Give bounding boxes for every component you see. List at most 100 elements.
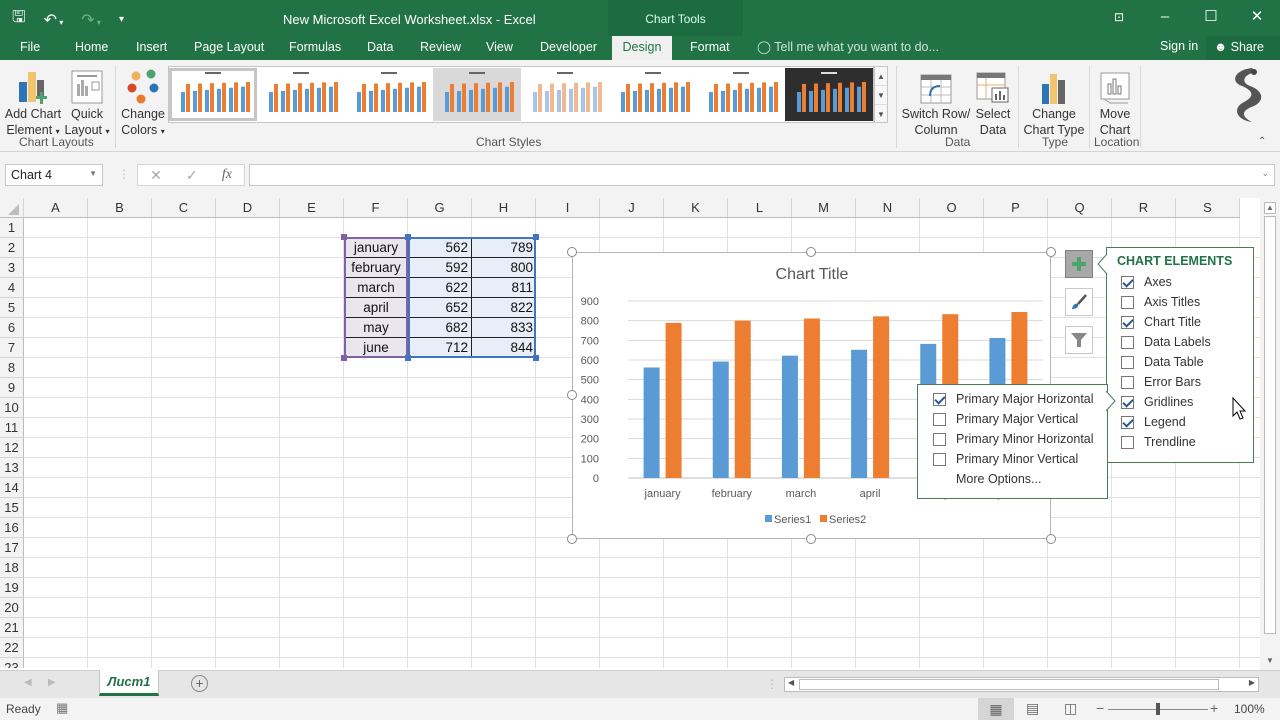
column-header-I[interactable]: I	[536, 198, 600, 218]
macro-record-icon[interactable]: ▦	[56, 700, 68, 716]
resize-handle-ne[interactable]	[1046, 247, 1056, 257]
cell-s2[interactable]: 833	[472, 318, 536, 338]
column-header-K[interactable]: K	[664, 198, 728, 218]
cell-month[interactable]: february	[344, 258, 408, 278]
row-header-21[interactable]: 21	[0, 618, 24, 638]
column-header-A[interactable]: A	[24, 198, 88, 218]
range-handle[interactable]	[533, 355, 539, 361]
row-header-19[interactable]: 19	[0, 578, 24, 598]
cell-s2[interactable]: 811	[472, 278, 536, 298]
row-header-20[interactable]: 20	[0, 598, 24, 618]
share-button[interactable]: ☻ Share	[1206, 36, 1280, 60]
gallery-up-icon[interactable]: ▲	[875, 67, 887, 86]
row-header-8[interactable]: 8	[0, 358, 24, 378]
checkbox[interactable]	[1121, 415, 1134, 429]
row-header-2[interactable]: 2	[0, 238, 24, 258]
cell-month[interactable]: march	[344, 278, 408, 298]
range-handle[interactable]	[533, 234, 539, 240]
cell-s1[interactable]: 622	[408, 278, 472, 298]
checkbox[interactable]	[1121, 295, 1134, 309]
zoom-slider-thumb[interactable]	[1156, 703, 1160, 715]
scroll-tabs-left-icon[interactable]: ◀	[24, 677, 32, 688]
row-header-16[interactable]: 16	[0, 518, 24, 538]
resize-handle-nw[interactable]	[567, 247, 577, 257]
chart-style-6[interactable]	[609, 68, 697, 121]
minimize-icon[interactable]: –	[1142, 0, 1188, 34]
select-data-button[interactable]: Select Data	[973, 64, 1013, 138]
vertical-scroll-thumb[interactable]	[1264, 216, 1276, 634]
chart-style-5[interactable]	[521, 68, 609, 121]
tab-format[interactable]: Format	[688, 36, 732, 60]
add-sheet-icon[interactable]: +	[191, 675, 208, 692]
column-header-Q[interactable]: Q	[1048, 198, 1112, 218]
quick-layout-button[interactable]: Quick Layout ▾	[64, 64, 110, 140]
column-header-O[interactable]: O	[920, 198, 984, 218]
column-header-G[interactable]: G	[408, 198, 472, 218]
chart-style-2[interactable]	[257, 68, 345, 121]
row-header-14[interactable]: 14	[0, 478, 24, 498]
chart-element-data-table[interactable]: Data Table	[1107, 352, 1253, 372]
change-chart-type-button[interactable]: Change Chart Type	[1022, 64, 1086, 138]
chart-styles-button[interactable]	[1065, 288, 1093, 316]
chart-element-data-labels[interactable]: Data Labels	[1107, 332, 1253, 352]
gridline-option-primary-major-vertical[interactable]: Primary Major Vertical	[918, 409, 1107, 429]
column-header-R[interactable]: R	[1112, 198, 1176, 218]
collapse-ribbon-icon[interactable]: ⌃	[1258, 136, 1266, 147]
column-header-J[interactable]: J	[600, 198, 664, 218]
row-header-3[interactable]: 3	[0, 258, 24, 278]
resize-handle-w[interactable]	[567, 390, 577, 400]
checkbox[interactable]	[1121, 375, 1134, 389]
column-header-M[interactable]: M	[792, 198, 856, 218]
horizontal-scrollbar[interactable]: ◀ ▶	[784, 677, 1259, 692]
column-header-D[interactable]: D	[216, 198, 280, 218]
cell-s1[interactable]: 592	[408, 258, 472, 278]
chart-style-7[interactable]	[697, 68, 785, 121]
range-handle[interactable]	[341, 355, 347, 361]
tab-file[interactable]: File	[18, 36, 42, 60]
chart-element-axes[interactable]: Axes	[1107, 272, 1253, 292]
formula-input[interactable]: ⌄	[249, 164, 1275, 186]
sheet-tab-1[interactable]: Лист1	[99, 670, 159, 696]
checkbox[interactable]	[1121, 435, 1134, 449]
resize-handle-n[interactable]	[806, 247, 816, 257]
chart-element-chart-title[interactable]: Chart Title	[1107, 312, 1253, 332]
tab-developer[interactable]: Developer	[538, 36, 599, 60]
gridline-option-primary-minor-horizontal[interactable]: Primary Minor Horizontal	[918, 429, 1107, 449]
checkbox[interactable]	[1121, 315, 1134, 329]
column-header-P[interactable]: P	[984, 198, 1048, 218]
column-header-S[interactable]: S	[1176, 198, 1240, 218]
checkbox[interactable]	[933, 392, 946, 406]
switch-row-column-button[interactable]: Switch Row/ Column	[900, 64, 972, 138]
chart-element-error-bars[interactable]: Error Bars	[1107, 372, 1253, 392]
row-header-12[interactable]: 12	[0, 438, 24, 458]
expand-formula-icon[interactable]: ⌄	[1261, 168, 1269, 179]
column-header-N[interactable]: N	[856, 198, 920, 218]
checkbox[interactable]	[1121, 275, 1134, 289]
zoom-in-icon[interactable]: +	[1210, 700, 1218, 716]
tab-formulas[interactable]: Formulas	[287, 36, 343, 60]
cell-s1[interactable]: 652	[408, 298, 472, 318]
tab-page-layout[interactable]: Page Layout	[192, 36, 266, 60]
scroll-right-icon[interactable]: ▶	[1249, 678, 1255, 687]
resize-handle-s[interactable]	[806, 534, 816, 544]
cell-month[interactable]: april	[344, 298, 408, 318]
row-header-17[interactable]: 17	[0, 538, 24, 558]
row-header-22[interactable]: 22	[0, 638, 24, 658]
checkbox[interactable]	[1121, 395, 1134, 409]
cell-month[interactable]: january	[344, 238, 408, 258]
cell-s1[interactable]: 712	[408, 338, 472, 358]
column-header-B[interactable]: B	[88, 198, 152, 218]
column-header-F[interactable]: F	[344, 198, 408, 218]
chart-style-8[interactable]	[785, 68, 873, 121]
column-header-H[interactable]: H	[472, 198, 536, 218]
insert-function-icon[interactable]: fx	[222, 167, 232, 183]
chart-style-1[interactable]	[169, 68, 257, 121]
zoom-level[interactable]: 100%	[1234, 702, 1265, 716]
add-chart-element-button[interactable]: Add Chart Element ▾	[3, 64, 63, 140]
tab-view[interactable]: View	[484, 36, 515, 60]
row-header-4[interactable]: 4	[0, 278, 24, 298]
scroll-left-icon[interactable]: ◀	[788, 678, 794, 687]
resize-handle-sw[interactable]	[567, 534, 577, 544]
row-header-7[interactable]: 7	[0, 338, 24, 358]
row-header-11[interactable]: 11	[0, 418, 24, 438]
